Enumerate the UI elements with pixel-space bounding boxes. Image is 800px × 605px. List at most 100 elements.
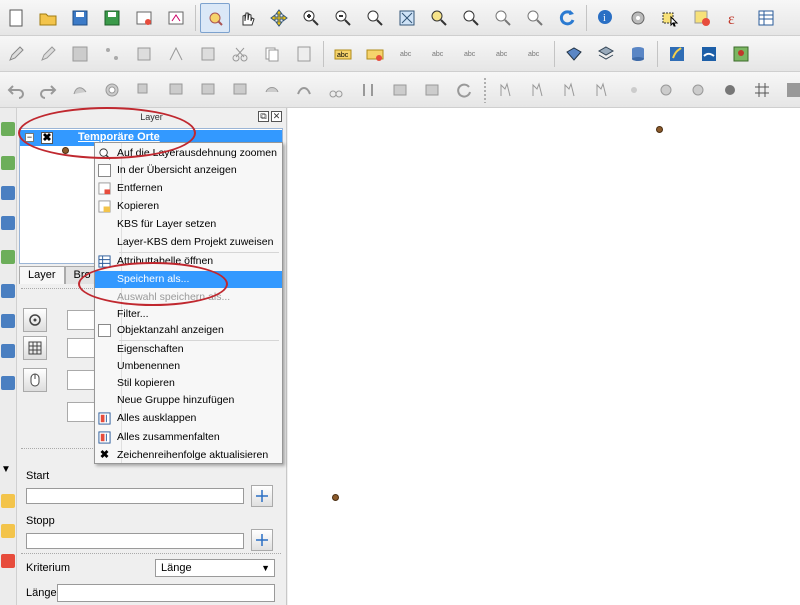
digitize-icon-8[interactable] — [715, 75, 745, 105]
save-project-icon[interactable] — [65, 3, 95, 33]
redo-icon[interactable] — [33, 75, 63, 105]
menu-set-project-crs[interactable]: Layer-KBS dem Projekt zuweisen — [95, 234, 282, 251]
menu-expand-all[interactable]: Alles ausklappen — [95, 410, 282, 427]
deselect-icon[interactable] — [687, 3, 717, 33]
delete-part-icon[interactable] — [225, 75, 255, 105]
digitize-icon-3[interactable] — [555, 75, 585, 105]
menu-collapse-all[interactable]: Alles zusammenfalten — [95, 429, 282, 446]
zoom-last-icon[interactable] — [488, 3, 518, 33]
menu-rename[interactable]: Umbenennen — [95, 358, 282, 375]
crosshair-icon[interactable] — [23, 308, 47, 332]
stop-pick-icon[interactable] — [251, 529, 273, 551]
save-as-icon[interactable] — [97, 3, 127, 33]
digitize-icon-4[interactable] — [587, 75, 617, 105]
new-spatialite-layer-icon[interactable] — [1, 524, 15, 538]
checkbox-icon[interactable] — [98, 324, 111, 337]
add-wfs-icon[interactable] — [1, 344, 15, 358]
split-parts-icon[interactable] — [353, 75, 383, 105]
copy-features-icon[interactable] — [257, 39, 287, 69]
split-features-icon[interactable] — [321, 75, 351, 105]
new-layer-icon[interactable] — [1, 494, 15, 508]
digitize-icon-2[interactable] — [523, 75, 553, 105]
add-part-icon[interactable] — [129, 75, 159, 105]
composer-manager-icon[interactable] — [161, 3, 191, 33]
grid-icon[interactable] — [747, 75, 777, 105]
delete-selected-icon[interactable] — [193, 39, 223, 69]
show-hide-labels-icon[interactable]: abc — [424, 39, 454, 69]
georeferencer-icon[interactable] — [694, 39, 724, 69]
add-delimited-icon[interactable] — [1, 376, 15, 390]
map-canvas[interactable] — [288, 108, 800, 605]
stop-input[interactable] — [26, 533, 244, 549]
menu-update-draw-order[interactable]: ✖ Zeichenreihenfolge aktualisieren — [95, 447, 282, 464]
digitize-icon-6[interactable] — [651, 75, 681, 105]
expression-select-icon[interactable]: ε — [719, 3, 749, 33]
map-point-feature[interactable] — [656, 126, 663, 133]
move-feature-icon[interactable] — [129, 39, 159, 69]
plugin-map-icon[interactable] — [726, 39, 756, 69]
zoom-out-icon[interactable] — [328, 3, 358, 33]
digitize-icon-5[interactable] — [619, 75, 649, 105]
add-feature-icon[interactable] — [97, 39, 127, 69]
attribute-table-icon[interactable] — [751, 3, 781, 33]
expand-arrow-icon[interactable]: ▼ — [1, 464, 15, 478]
database-icon[interactable] — [623, 39, 653, 69]
menu-properties[interactable]: Eigenschaften — [95, 341, 282, 358]
fill-ring-icon[interactable] — [161, 75, 191, 105]
menu-show-in-overview[interactable]: In der Übersicht anzeigen — [95, 162, 282, 179]
reshape-features-icon[interactable] — [257, 75, 287, 105]
digitize-icon-7[interactable] — [683, 75, 713, 105]
remove-layer-strip-icon[interactable] — [1, 554, 15, 568]
node-tool-icon[interactable] — [161, 39, 191, 69]
save-edits-icon[interactable] — [65, 39, 95, 69]
zoom-next-icon[interactable] — [520, 3, 550, 33]
delete-ring-icon[interactable] — [193, 75, 223, 105]
merge-features-icon[interactable] — [385, 75, 415, 105]
start-pick-icon[interactable] — [251, 485, 273, 507]
add-spatialite-icon[interactable] — [1, 216, 15, 230]
wfs-icon[interactable] — [559, 39, 589, 69]
zoom-full-icon[interactable] — [392, 3, 422, 33]
menu-copy-style[interactable]: Stil kopieren — [95, 375, 282, 392]
raster-icon[interactable] — [779, 75, 800, 105]
toggle-editing-icon[interactable] — [33, 39, 63, 69]
float-panel-icon[interactable]: ⧉ — [258, 111, 269, 122]
checkbox-icon[interactable] — [98, 164, 111, 177]
pin-labels-icon[interactable] — [360, 39, 390, 69]
identify-icon[interactable]: i — [591, 3, 621, 33]
pan-to-selection-icon[interactable] — [264, 3, 294, 33]
add-wcs-icon[interactable] — [1, 314, 15, 328]
cut-features-icon[interactable] — [225, 39, 255, 69]
start-input[interactable] — [26, 488, 244, 504]
select-features-icon[interactable] — [655, 3, 685, 33]
rotate-label-icon[interactable]: abc — [488, 39, 518, 69]
grid-table-icon[interactable] — [23, 336, 47, 360]
menu-copy[interactable]: Kopieren — [95, 198, 282, 215]
menu-add-group[interactable]: Neue Gruppe hinzufügen — [95, 392, 282, 409]
new-print-composer-icon[interactable] — [129, 3, 159, 33]
rotate-symbols-icon[interactable] — [449, 75, 479, 105]
hand-icon[interactable] — [232, 3, 262, 33]
add-layer-icon[interactable] — [591, 39, 621, 69]
close-panel-icon[interactable]: ✕ — [271, 111, 282, 122]
label-icon[interactable]: abc — [328, 39, 358, 69]
gps-icon[interactable] — [662, 39, 692, 69]
criterion-select[interactable]: Länge ▼ — [155, 559, 275, 577]
zoom-actual-size-icon[interactable] — [360, 3, 390, 33]
add-raster-icon[interactable] — [1, 156, 15, 170]
open-project-icon[interactable] — [33, 3, 63, 33]
add-vector-icon[interactable] — [1, 122, 15, 136]
menu-filter[interactable]: Filter... — [95, 306, 282, 323]
offset-curve-icon[interactable] — [289, 75, 319, 105]
tab-layer[interactable]: Layer — [19, 266, 65, 284]
simplify-feature-icon[interactable] — [65, 75, 95, 105]
length-input[interactable] — [57, 584, 275, 602]
add-wms-icon[interactable] — [1, 284, 15, 298]
zoom-to-layer-icon[interactable] — [456, 3, 486, 33]
merge-attributes-icon[interactable] — [417, 75, 447, 105]
menu-set-layer-crs[interactable]: KBS für Layer setzen — [95, 216, 282, 233]
mouse-pick-icon[interactable] — [23, 368, 47, 392]
change-label-icon[interactable]: abc — [520, 39, 550, 69]
pan-tool-icon[interactable] — [200, 2, 230, 33]
highlight-labels-icon[interactable]: abc — [392, 39, 422, 69]
